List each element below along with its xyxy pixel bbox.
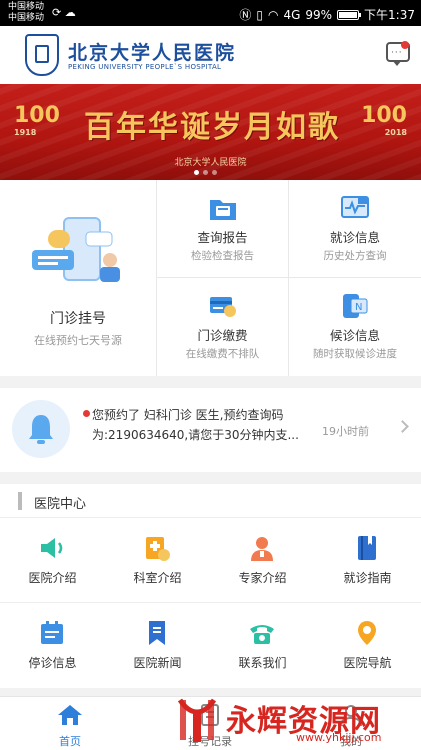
home-icon [58, 705, 82, 725]
registration-subtitle: 在线预约七天号源 [34, 334, 122, 347]
speaker-icon [41, 538, 63, 558]
banner-title: 百年华诞岁月如歌 [84, 110, 340, 145]
anniversary-right: 100 2018 [361, 103, 407, 138]
signal-icon: 4G [283, 7, 301, 22]
watermark-logo-icon [177, 698, 217, 742]
sync-icon: ⟳ ☁ [52, 6, 76, 19]
hospital-name-en: PEKING UNIVERSITY PEOPLE`S HOSPITAL [68, 63, 222, 71]
guide-book-icon [358, 536, 376, 560]
hospital-news-button[interactable]: 医院新闻 [105, 603, 210, 687]
hospital-name: 北京大学人民医院 [68, 42, 237, 64]
svg-text:N: N [355, 302, 362, 313]
carousel-dots [194, 170, 217, 175]
watermark-url: www.yhkjjj.com [296, 731, 382, 744]
status-right: Ⓝ ▯ ◠ 4G 99% 下午1:37 [239, 6, 415, 23]
anniversary-left: 100 1918 [14, 103, 60, 138]
visit-info-button[interactable]: 就诊信息 历史处方查询 [289, 180, 421, 278]
app-header: 北京大学人民医院 PEKING UNIVERSITY PEOPLE`S HOSP… [0, 26, 421, 84]
suspension-info-button[interactable]: 停诊信息 [0, 603, 105, 687]
hospital-center-header: 医院中心 [0, 484, 421, 518]
watermark: 永辉资源网 www.yhkjjj.com [168, 694, 421, 750]
hospital-intro-button[interactable]: 医院介绍 [0, 518, 105, 602]
carrier-info: 中国移动 中国移动 [8, 2, 45, 23]
appointment-notice[interactable]: 您预约了 妇科门诊 医生,预约查询码 为:2190634640,请您于30分钟内… [0, 388, 421, 472]
section-title: 医院中心 [34, 497, 87, 512]
payment-card-icon [210, 297, 236, 317]
wifi-icon: ◠ [267, 7, 279, 22]
outpatient-registration-card[interactable]: 门诊挂号 在线预约七天号源 [0, 180, 157, 376]
department-intro-button[interactable]: 科室介绍 [105, 518, 210, 602]
services-grid: 门诊挂号 在线预约七天号源 查询报告 检验检查报告 就诊信息 历史处方查询 门诊… [0, 180, 421, 376]
contact-us-button[interactable]: 联系我们 [210, 603, 315, 687]
carousel-dot[interactable] [194, 170, 199, 175]
news-bookmark-icon [149, 621, 165, 645]
visit-guide-button[interactable]: 就诊指南 [315, 518, 420, 602]
query-report-button[interactable]: 查询报告 检验检查报告 [157, 180, 289, 278]
registration-title: 门诊挂号 [50, 311, 106, 327]
bell-icon [12, 400, 70, 458]
battery-percent: 99% [305, 7, 333, 22]
phone-n-icon: N [343, 294, 368, 318]
expert-intro-button[interactable]: 专家介绍 [210, 518, 315, 602]
message-badge [401, 41, 409, 49]
carousel-dot[interactable] [203, 170, 208, 175]
calendar-icon [41, 621, 63, 644]
nfc-icon: Ⓝ [239, 8, 252, 22]
folder-report-icon [210, 200, 236, 220]
banner-subtitle: 北京大学人民医院 [174, 158, 247, 168]
notice-message: 您预约了 妇科门诊 医生,预约查询码 为:2190634640,请您于30分钟内… [92, 408, 299, 442]
chevron-right-icon [396, 420, 409, 433]
department-icon [146, 537, 170, 561]
location-pin-icon [358, 621, 376, 645]
hospital-navigation-button[interactable]: 医院导航 [315, 603, 420, 687]
monitor-heart-icon [341, 196, 369, 218]
clock: 下午1:37 [364, 8, 415, 22]
carousel-dot[interactable] [212, 170, 217, 175]
hospital-center-grid: 医院介绍 科室介绍 专家介绍 就诊指南 停诊信息 医院新闻 联系我们 医院导航 [0, 518, 421, 688]
status-bar: 中国移动 中国移动 ⟳ ☁ Ⓝ ▯ ◠ 4G 99% 下午1:37 [0, 0, 421, 26]
waiting-info-button[interactable]: N 候诊信息 随时获取候诊进度 [289, 278, 421, 376]
telephone-icon [250, 625, 274, 644]
registration-illustration-icon [32, 217, 120, 282]
vibrate-icon: ▯ [256, 7, 263, 22]
battery-icon [337, 9, 362, 20]
hospital-seal-icon [25, 34, 59, 76]
notice-time: 19小时前 [322, 425, 369, 438]
banner-carousel[interactable]: 100 1918 百年华诞岁月如歌 100 2018 北京大学人民医院 [0, 84, 421, 180]
tab-home[interactable]: 首页 [0, 697, 140, 750]
doctor-icon [251, 537, 273, 561]
unread-dot [83, 410, 90, 417]
outpatient-payment-button[interactable]: 门诊缴费 在线缴费不排队 [157, 278, 289, 376]
